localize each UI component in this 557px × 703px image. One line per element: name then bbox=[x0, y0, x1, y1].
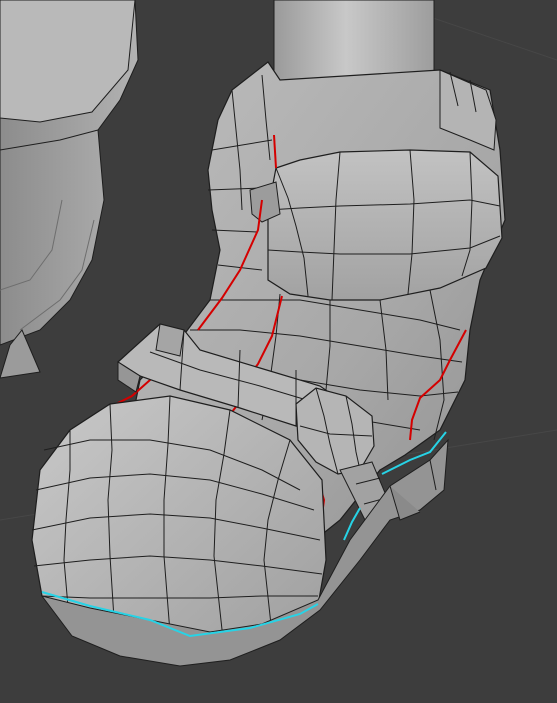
viewport-canvas[interactable] bbox=[0, 0, 557, 703]
cuff-band-icon bbox=[249, 149, 503, 301]
left-mesh bbox=[0, 0, 139, 379]
3d-viewport[interactable] bbox=[0, 0, 557, 703]
